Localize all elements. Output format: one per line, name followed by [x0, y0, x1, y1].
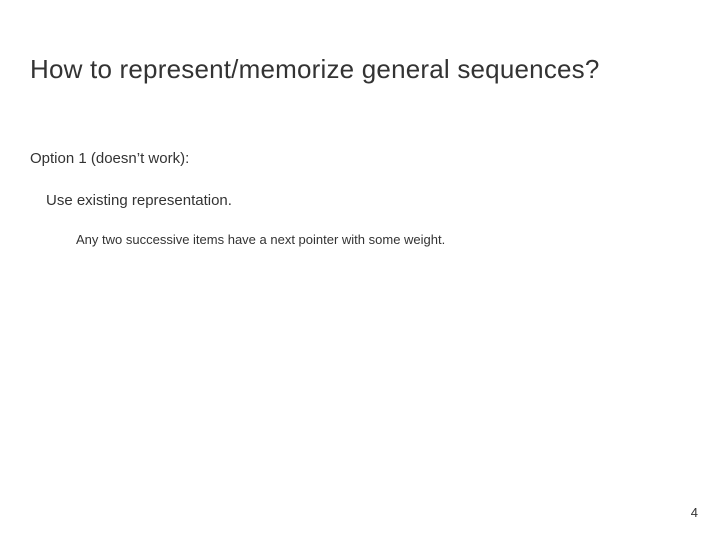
option-description: Use existing representation.: [46, 192, 232, 209]
slide-title: How to represent/memorize general sequen…: [30, 54, 600, 85]
option-heading: Option 1 (doesn’t work):: [30, 150, 189, 167]
option-detail-line: Any two successive items have a next poi…: [76, 232, 445, 247]
slide: How to represent/memorize general sequen…: [0, 0, 720, 540]
page-number: 4: [691, 505, 698, 520]
